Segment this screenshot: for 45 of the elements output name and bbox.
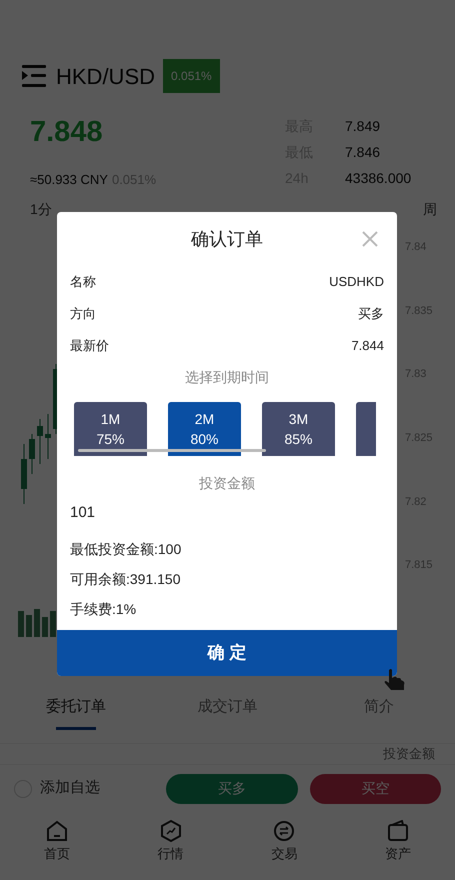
field-value: 买多: [358, 305, 384, 324]
home-icon: [46, 820, 68, 842]
confirm-button[interactable]: 确 定: [57, 630, 397, 676]
stat-value: 7.846: [345, 142, 380, 162]
close-button[interactable]: [361, 230, 379, 248]
dialog-title: 确认订单: [191, 228, 263, 250]
nav-item[interactable]: 交易: [254, 820, 314, 864]
section-title: 投资金额: [199, 474, 255, 492]
nav-item[interactable]: 资产: [368, 820, 428, 864]
stat-value: 43386.000: [345, 168, 412, 188]
cny-price: ≈50.933 CNY: [30, 171, 108, 189]
expiry-option[interactable]: [356, 402, 376, 456]
field-value: 7.844: [351, 337, 384, 356]
field-label: 最新价: [70, 337, 109, 356]
order-tab[interactable]: 委托订单: [0, 684, 152, 743]
field-label: 方向: [70, 305, 96, 324]
interval-tab[interactable]: 1分: [30, 198, 52, 220]
info-text: 可用余额:391.150: [70, 570, 180, 588]
nav-item[interactable]: 行情: [140, 820, 201, 864]
section-title: 选择到期时间: [185, 368, 269, 386]
field-value: USDHKD: [329, 273, 384, 292]
close-icon: [361, 230, 379, 248]
trade-button[interactable]: 买空: [310, 774, 441, 804]
field-label: 名称: [70, 273, 96, 292]
scrollbar[interactable]: [78, 449, 266, 452]
hand-cursor-icon: [383, 668, 405, 692]
volume-bars-drawing: [18, 607, 58, 637]
nav-item[interactable]: 首页: [26, 820, 87, 864]
expiry-option[interactable]: 2M 80%: [168, 402, 241, 456]
info-text: 最低投资金额:100: [70, 540, 182, 558]
exchange-icon: [273, 820, 296, 842]
interval-tab[interactable]: 周: [423, 198, 437, 220]
stat-value: 7.849: [345, 116, 380, 136]
change-badge: 0.051%: [163, 59, 220, 93]
expiry-option[interactable]: 3M 85%: [262, 402, 335, 456]
watchlist-label: 添加自选: [40, 778, 100, 798]
wallet-icon: [387, 820, 410, 842]
menu-icon[interactable]: [22, 64, 48, 88]
last-price: 7.848: [30, 115, 104, 150]
info-text: 手续费:1%: [70, 600, 136, 618]
trade-button[interactable]: 买多: [166, 774, 298, 804]
chart-hexagon-icon: [160, 820, 182, 842]
amount-input[interactable]: 101: [70, 498, 384, 526]
expiry-option[interactable]: 1M 75%: [74, 402, 147, 456]
pair-symbol: HKD/USD: [56, 62, 156, 90]
